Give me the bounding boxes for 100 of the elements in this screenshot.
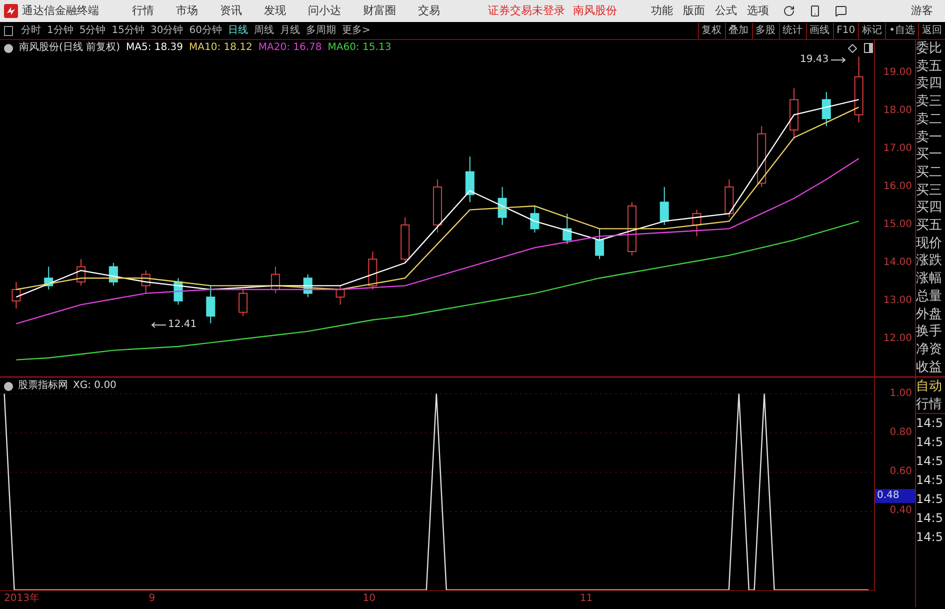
user-label[interactable]: 游客	[911, 2, 933, 20]
menu-item[interactable]: 交易	[418, 2, 440, 20]
axis-label: 19.00	[883, 68, 912, 78]
high-price-label: 19.43	[800, 55, 829, 65]
axis-label: 14.00	[883, 258, 912, 268]
indicator-title: 股票指标网	[18, 381, 68, 391]
logo-icon	[4, 4, 18, 18]
period-tab[interactable]: 15分钟	[112, 23, 144, 38]
menu-item[interactable]: 资讯	[220, 2, 242, 20]
quote-label: 卖四	[916, 75, 943, 94]
login-status: 证券交易未登录	[488, 2, 565, 19]
arrow-icon	[830, 57, 847, 63]
quote-label: 换手	[916, 323, 943, 341]
quote-label: 买五	[916, 217, 943, 235]
axis-label: 0.40	[890, 506, 912, 516]
toolbar-button[interactable]: F10	[832, 22, 858, 38]
toolbar-button[interactable]: 叠加	[724, 22, 752, 38]
year-label: 2013年	[4, 594, 40, 604]
menu-item[interactable]: 财富圈	[363, 2, 396, 20]
low-price-label: 12.41	[168, 320, 197, 330]
candlestick	[724, 178, 734, 218]
candlestick	[822, 92, 831, 127]
candlestick	[595, 228, 604, 260]
menu-item[interactable]: 版面	[683, 2, 705, 20]
period-tab[interactable]: 30分钟	[150, 23, 184, 38]
diamond-icon[interactable]	[848, 44, 857, 53]
auto-tab[interactable]: 自动	[916, 378, 945, 396]
axis-label: 0.80	[890, 428, 912, 438]
message-icon[interactable]	[835, 5, 847, 17]
period-tab[interactable]: 周线	[254, 23, 274, 38]
candlestick	[627, 202, 636, 256]
axis-label: 12.00	[883, 334, 912, 344]
trade-time: 14:5	[916, 529, 944, 546]
refresh-icon[interactable]	[783, 5, 795, 17]
period-tab[interactable]: 分时	[21, 23, 41, 38]
trade-time: 14:5	[916, 472, 944, 490]
trade-time: 14:5	[916, 491, 944, 508]
candlestick	[76, 258, 86, 286]
panel-icon[interactable]	[4, 26, 13, 36]
date-label: 11	[580, 594, 593, 604]
candlestick	[44, 266, 54, 290]
quote-label: 卖三	[916, 93, 943, 111]
candlestick	[498, 186, 507, 226]
toolbar-button[interactable]: 复权	[698, 22, 725, 38]
period-tab[interactable]: 日线	[228, 23, 248, 38]
period-tab[interactable]: 60分钟	[189, 23, 222, 38]
quote-label: 净资	[916, 340, 943, 359]
candlestick	[368, 251, 378, 290]
quote-label: 卖二	[916, 110, 943, 129]
toolbar-button[interactable]: 多股	[752, 22, 779, 38]
trade-time: 14:5	[916, 415, 944, 432]
menu-item[interactable]: 发现	[264, 2, 286, 20]
candlestick	[238, 289, 248, 317]
period-tab[interactable]: 1分钟	[47, 23, 74, 38]
candlestick	[12, 281, 21, 309]
menu-item[interactable]: 功能	[651, 2, 673, 20]
quote-label: 外盘	[916, 306, 943, 324]
candlestick	[206, 285, 216, 324]
legend-label: MA60: 15.13	[328, 43, 392, 53]
axis-label: 15.00	[883, 220, 912, 230]
toolbar-button[interactable]: •自选	[885, 22, 918, 38]
quote-label: 现价	[916, 234, 943, 252]
period-tab[interactable]: 月线	[280, 23, 300, 38]
trade-time: 14:5	[916, 510, 944, 528]
candlestick	[433, 178, 442, 234]
toolbar-button[interactable]: 返回	[918, 22, 945, 38]
legend-label: MA10: 18.12	[189, 43, 252, 53]
axis-label: 18.00	[883, 106, 912, 116]
quote-label: 卖一	[916, 128, 943, 146]
menu-item[interactable]: 选项	[747, 2, 769, 20]
menu-item[interactable]: 市场	[176, 2, 198, 20]
candlestick	[174, 278, 183, 306]
axis-label: 13.00	[883, 296, 912, 306]
period-tab[interactable]: 多周期	[306, 23, 336, 38]
period-tab[interactable]: 5分钟	[79, 23, 106, 38]
arrow-icon	[150, 322, 166, 328]
legend-label: MA5: 18.39	[126, 43, 184, 53]
quote-tab[interactable]: 行情	[916, 396, 945, 414]
axis-label: 1.00	[890, 388, 912, 399]
axis-label: 16.00	[883, 182, 912, 192]
toolbar-button[interactable]: 画线	[806, 22, 833, 38]
toolbar-button[interactable]: 统计	[778, 22, 806, 38]
period-tab[interactable]: 更多>	[342, 23, 370, 38]
chart-title: 南风股份(日线 前复权)	[19, 43, 120, 53]
menu-item[interactable]: 行情	[132, 2, 154, 20]
menu-item[interactable]: 问小达	[308, 2, 341, 20]
quote-label: 收益	[916, 358, 943, 376]
menu-item[interactable]: 公式	[715, 2, 737, 20]
date-label: 9	[148, 594, 156, 604]
stock-name: 南风股份	[573, 2, 617, 19]
quote-label: 委比	[916, 40, 943, 58]
quote-label: 买二	[916, 164, 943, 182]
date-label: 10	[362, 594, 376, 604]
axis-label: 17.00	[883, 144, 912, 154]
trade-time: 14:5	[916, 453, 944, 470]
toolbar-button[interactable]: 标记	[858, 22, 886, 38]
quote-label: 涨幅	[916, 270, 943, 288]
phone-icon[interactable]	[809, 5, 821, 17]
quote-label: 卖五	[916, 58, 943, 76]
square-icon[interactable]	[864, 43, 873, 53]
